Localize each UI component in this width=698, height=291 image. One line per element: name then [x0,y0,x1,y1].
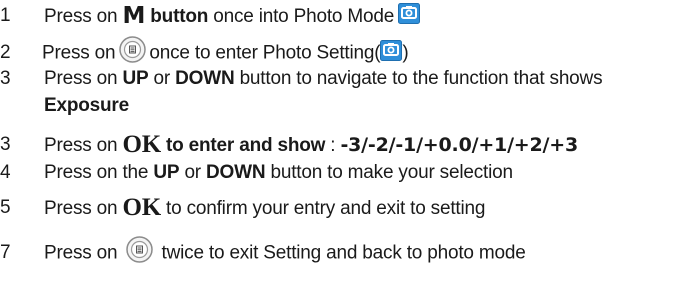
step-text-post: once into Photo Mode [208,6,395,27]
closing-paren: ) [402,42,409,64]
step-number: 4 [0,162,11,183]
down-key-label: DOWN [175,68,235,89]
step-text-post: once to enter Photo Setting( [149,42,381,64]
step-text: Press on the [44,162,154,183]
step-number: 3 [0,134,11,155]
step-text: Press on [42,42,116,64]
down-key-label: DOWN [206,162,266,183]
up-key-label: UP [122,68,149,89]
step-number: 5 [0,197,11,218]
exposure-label: Exposure [44,95,129,116]
menu-button-icon [119,36,147,63]
step-text: Press on [44,198,123,219]
step-text: Press on [44,68,123,89]
step-text: Press on [44,135,123,156]
menu-button-icon [126,236,154,263]
ok-key-label: OK [122,131,161,158]
camera-mode-icon [398,3,421,25]
ok-key-label: OK [122,194,161,221]
step-text: Press on [44,242,123,264]
enter-and-show-text: to enter and show [160,135,326,156]
m-key-label: M [122,3,146,29]
step-text: Press on [44,6,123,27]
up-key-label: UP [153,162,180,183]
button-word: button [145,6,209,27]
step-text-post: to confirm your entry and exit to settin… [160,198,486,219]
step-number: 3 [0,68,11,89]
step-number: 7 [0,242,11,263]
step-text-post: button to navigate to the function that … [234,68,603,89]
exposure-values: -3/-2/-1/+0.0/+1/+2/+3 [340,134,579,156]
step-text-post: button to make your selection [265,162,513,183]
step-number: 1 [0,5,11,26]
camera-mode-icon [380,40,403,61]
step-text-post: twice to exit Setting and back to photo … [156,242,526,264]
step-number: 2 [0,42,11,63]
